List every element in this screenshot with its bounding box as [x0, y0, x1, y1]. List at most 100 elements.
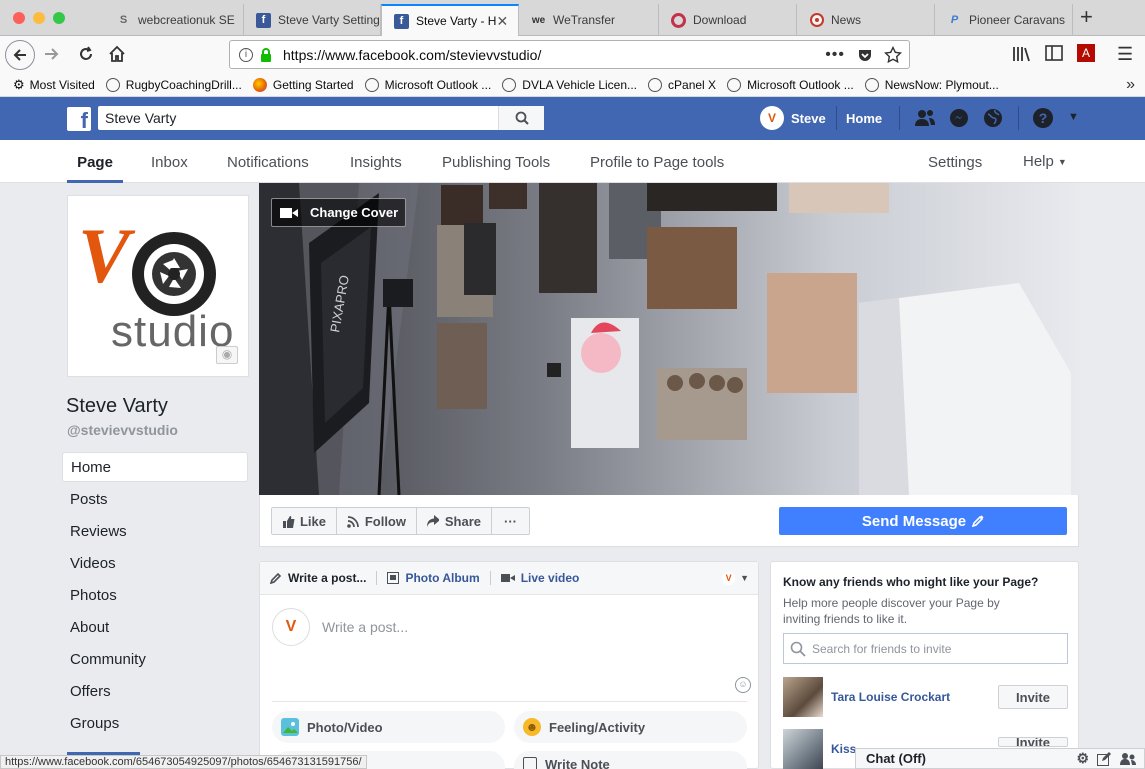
pocket-icon[interactable] — [857, 47, 873, 63]
bookmark-item[interactable]: cPanel X — [648, 78, 716, 92]
left-nav-community[interactable]: Community — [62, 645, 248, 675]
tab-help[interactable]: Help ▼ — [1023, 140, 1067, 183]
friend-requests-icon[interactable] — [914, 108, 936, 131]
like-button[interactable]: Like — [271, 507, 337, 535]
photo-album-tab[interactable]: Photo Album — [387, 571, 480, 585]
bookmarks-overflow-icon[interactable]: » — [1126, 76, 1135, 94]
more-actions-button[interactable]: ··· — [491, 507, 530, 535]
close-tab-icon[interactable]: ✕ — [496, 13, 508, 30]
follow-button[interactable]: Follow — [336, 507, 417, 535]
bookmark-item[interactable]: RugbyCoachingDrill... — [105, 78, 242, 92]
menu-icon[interactable]: ☰ — [1117, 44, 1133, 65]
tab-profile-to-page-tools[interactable]: Profile to Page tools — [590, 140, 724, 183]
friend-name[interactable]: Kiss — [831, 742, 856, 756]
account-menu-icon[interactable]: ▼ — [1068, 111, 1079, 123]
left-nav-home[interactable]: Home — [62, 452, 248, 482]
emoji-icon[interactable]: ☺ — [735, 677, 751, 693]
photo-video-button[interactable]: Photo/Video — [272, 711, 505, 743]
left-nav-photos[interactable]: Photos — [62, 581, 248, 611]
forward-button[interactable] — [43, 46, 61, 65]
bookmark-item[interactable]: Microsoft Outlook ... — [727, 78, 854, 92]
home-link[interactable]: Home — [846, 111, 882, 126]
facebook-logo-icon[interactable]: f — [67, 107, 91, 131]
send-message-button[interactable]: Send Message — [779, 507, 1067, 535]
tab-title: Steve Varty - H — [416, 14, 497, 28]
group-icon[interactable] — [1120, 752, 1136, 766]
page-actions-icon[interactable]: ••• — [825, 46, 845, 64]
invite-button[interactable]: Invite — [998, 737, 1068, 747]
search-button[interactable] — [498, 106, 544, 130]
bookmark-item[interactable]: NewsNow: Plymout... — [864, 78, 999, 92]
chat-bar[interactable]: Chat (Off) ⚙ — [855, 748, 1145, 769]
sidebar-button[interactable] — [1045, 45, 1063, 64]
bookmark-star-icon[interactable] — [884, 45, 902, 64]
url-bar[interactable]: i https://www.facebook.com/stevievvstudi… — [229, 40, 910, 69]
tab-publishing-tools[interactable]: Publishing Tools — [442, 140, 550, 183]
tab-settings[interactable]: Settings — [928, 140, 982, 183]
browser-tab[interactable]: P Pioneer Caravans — [935, 4, 1073, 36]
close-window-button[interactable] — [13, 12, 25, 24]
post-as-selector[interactable]: V ▼ — [722, 571, 749, 585]
page-handle[interactable]: @stevievvstudio — [67, 422, 178, 438]
camera-icon[interactable]: ◉ — [216, 346, 238, 364]
new-tab-button[interactable]: + — [1080, 4, 1100, 30]
pdf-addon-icon[interactable]: A — [1077, 44, 1095, 62]
invite-search-input[interactable]: Search for friends to invite — [783, 633, 1068, 664]
bookmark-item[interactable]: DVLA Vehicle Licen... — [502, 78, 637, 92]
compose-icon[interactable] — [1097, 751, 1111, 766]
tab-inbox[interactable]: Inbox — [151, 140, 188, 183]
gear-icon[interactable]: ⚙ — [1076, 750, 1089, 767]
change-cover-button[interactable]: Change Cover — [271, 198, 406, 227]
left-nav-videos[interactable]: Videos — [62, 549, 248, 579]
tab-notifications[interactable]: Notifications — [227, 140, 309, 183]
write-note-button[interactable]: Write Note — [514, 751, 747, 769]
browser-tab[interactable]: f Steve Varty Setting — [244, 4, 381, 36]
cover-photo[interactable]: PIXAPRO — [259, 183, 1079, 495]
browser-tab-active[interactable]: f Steve Varty - H ✕ — [381, 4, 519, 36]
help-icon[interactable]: ? — [1033, 108, 1053, 128]
left-nav-posts[interactable]: Posts — [62, 485, 248, 515]
left-nav-groups[interactable]: Groups — [62, 709, 248, 739]
tab-insights[interactable]: Insights — [350, 140, 402, 183]
write-post-tab[interactable]: Write a post... — [270, 571, 366, 585]
home-button[interactable] — [108, 45, 126, 66]
reload-button[interactable] — [77, 45, 95, 66]
info-icon[interactable]: i — [239, 47, 253, 62]
search-value[interactable]: Steve Varty — [105, 110, 176, 126]
tab-page[interactable]: Page — [67, 140, 123, 183]
bookmark-label: DVLA Vehicle Licen... — [522, 78, 638, 92]
bookmark-item[interactable]: Microsoft Outlook ... — [364, 78, 491, 92]
friend-avatar[interactable] — [783, 677, 823, 717]
left-nav-offers[interactable]: Offers — [62, 677, 248, 707]
back-button[interactable] — [5, 40, 35, 70]
s-icon: S — [119, 14, 128, 26]
invite-button[interactable]: Invite — [998, 685, 1068, 709]
chevron-down-icon: ▼ — [1057, 156, 1067, 167]
post-text-input[interactable]: Write a post... — [322, 619, 408, 635]
browser-tab[interactable]: we WeTransfer — [519, 4, 659, 36]
share-button[interactable]: Share — [416, 507, 492, 535]
friend-avatar[interactable] — [783, 729, 823, 769]
divider — [899, 106, 900, 130]
like-label: Like — [299, 513, 326, 529]
profile-shortcut[interactable]: V Steve — [760, 106, 826, 130]
messenger-icon[interactable] — [949, 108, 969, 131]
friend-name[interactable]: Tara Louise Crockart — [831, 690, 950, 704]
notifications-globe-icon[interactable] — [983, 108, 1003, 131]
left-nav-reviews[interactable]: Reviews — [62, 517, 248, 547]
browser-tab[interactable]: S webcreationuk SE — [104, 4, 244, 36]
browser-tab[interactable]: Download — [659, 4, 797, 36]
feeling-activity-button[interactable]: ☻ Feeling/Activity — [514, 711, 747, 743]
minimize-window-button[interactable] — [33, 12, 45, 24]
zoom-window-button[interactable] — [53, 12, 65, 24]
left-nav-about[interactable]: About — [62, 613, 248, 643]
library-button[interactable] — [1012, 45, 1032, 66]
bookmark-most-visited[interactable]: ⚙ Most Visited — [13, 77, 95, 93]
url-text[interactable]: https://www.facebook.com/stevievvstudio/ — [283, 47, 541, 63]
browser-tab[interactable]: News — [797, 4, 935, 36]
facebook-search-input[interactable]: Steve Varty — [98, 106, 544, 130]
page-name[interactable]: Steve Varty — [66, 395, 168, 418]
bookmark-item[interactable]: Getting Started — [252, 78, 354, 92]
live-video-tab[interactable]: Live video — [500, 571, 579, 585]
profile-picture[interactable]: V studio ◉ — [67, 195, 249, 377]
